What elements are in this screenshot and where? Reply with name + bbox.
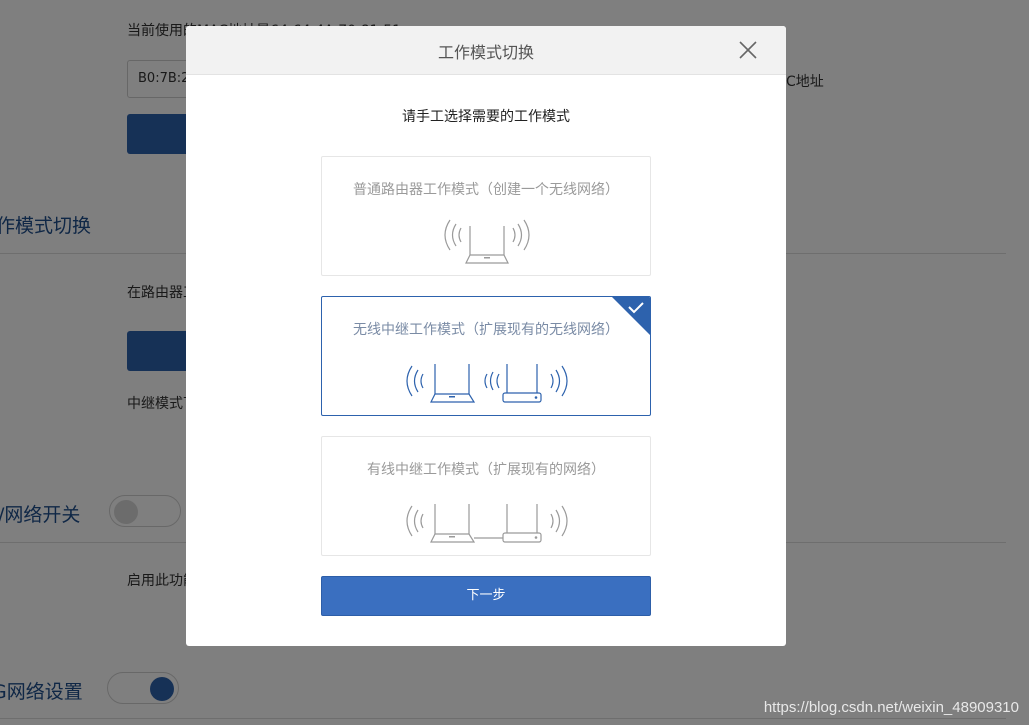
dialog-header: 工作模式切换 [186, 26, 786, 75]
option-label: 无线中继工作模式（扩展现有的无线网络） [353, 322, 619, 338]
option-wired-relay-mode[interactable]: 有线中继工作模式（扩展现有的网络） [321, 436, 651, 556]
wired-relay-illustration [406, 504, 568, 543]
dialog-title: 工作模式切换 [437, 43, 534, 62]
option-label: 普通路由器工作模式（创建一个无线网络） [353, 182, 619, 198]
option-label: 有线中继工作模式（扩展现有的网络） [367, 462, 605, 478]
watermark: https://blog.csdn.net/weixin_48909310 [763, 699, 1019, 716]
check-icon [612, 297, 650, 335]
router-illustration [444, 219, 530, 264]
mode-switch-dialog: 工作模式切换 请手工选择需要的工作模式 普通路由器工作模式（创建一个无线网络） [186, 26, 786, 646]
next-step-button[interactable]: 下一步 [321, 576, 651, 616]
option-router-mode[interactable]: 普通路由器工作模式（创建一个无线网络） [321, 156, 651, 276]
option-wireless-relay-mode[interactable]: 无线中继工作模式（扩展现有的无线网络） [321, 296, 651, 416]
dialog-prompt: 请手工选择需要的工作模式 [402, 109, 570, 125]
close-icon[interactable] [736, 38, 760, 62]
wireless-relay-illustration [406, 364, 568, 403]
